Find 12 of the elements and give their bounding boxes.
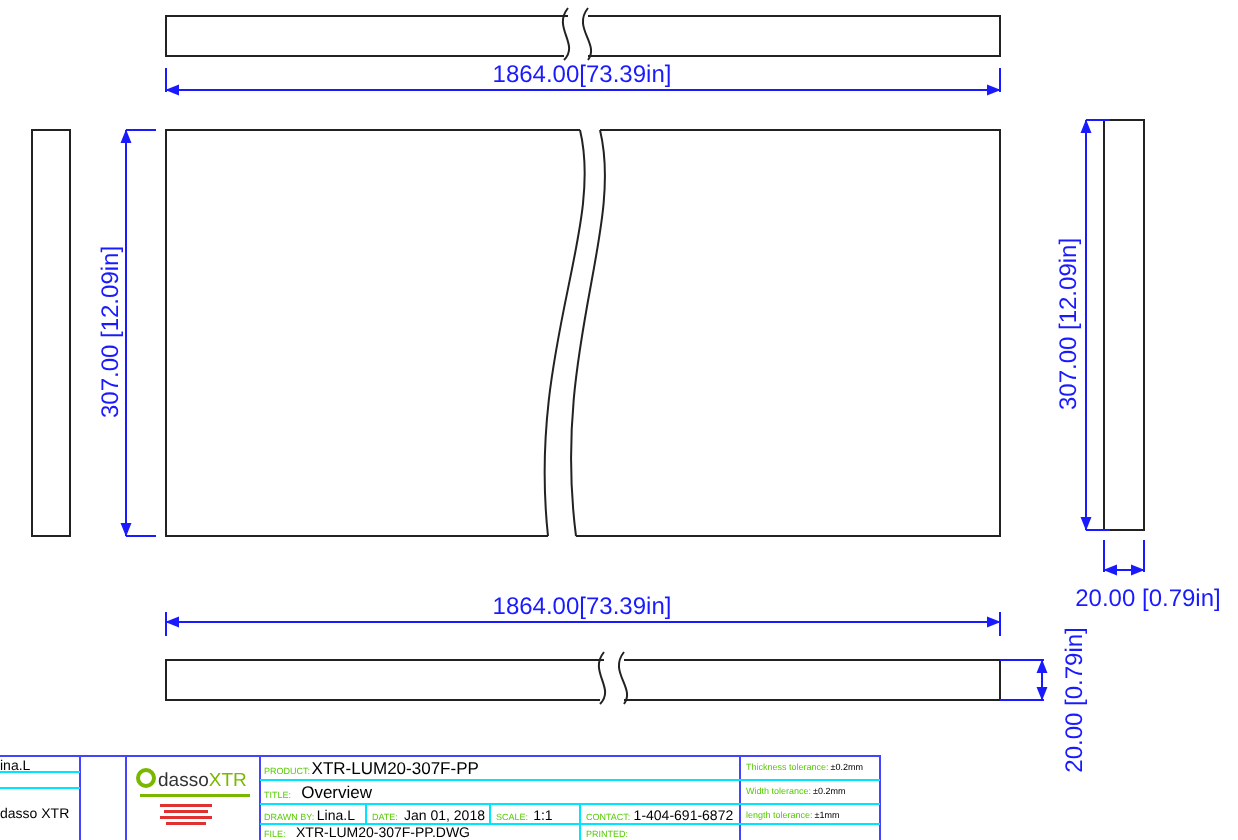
logo-text: dassoXTR bbox=[158, 770, 247, 792]
field-value: XTR-LUM20-307F-PP bbox=[311, 758, 479, 778]
field-value: Overview bbox=[301, 782, 373, 802]
logo-drawing bbox=[136, 768, 250, 825]
dimension-text: 1864.00[73.39in] bbox=[492, 592, 672, 620]
dimension-line bbox=[1103, 539, 1145, 576]
dimension-text: 20.00 [0.79in] bbox=[1060, 627, 1088, 773]
dimension-text: 307.00 [12.09in] bbox=[96, 245, 124, 419]
dimension-text: 307.00 [12.09in] bbox=[1054, 237, 1082, 411]
dimension-text: 1864.00[73.39in] bbox=[492, 60, 672, 88]
dimension-line bbox=[999, 659, 1048, 701]
dimension-text: 20.00 [0.79in] bbox=[1075, 584, 1221, 612]
